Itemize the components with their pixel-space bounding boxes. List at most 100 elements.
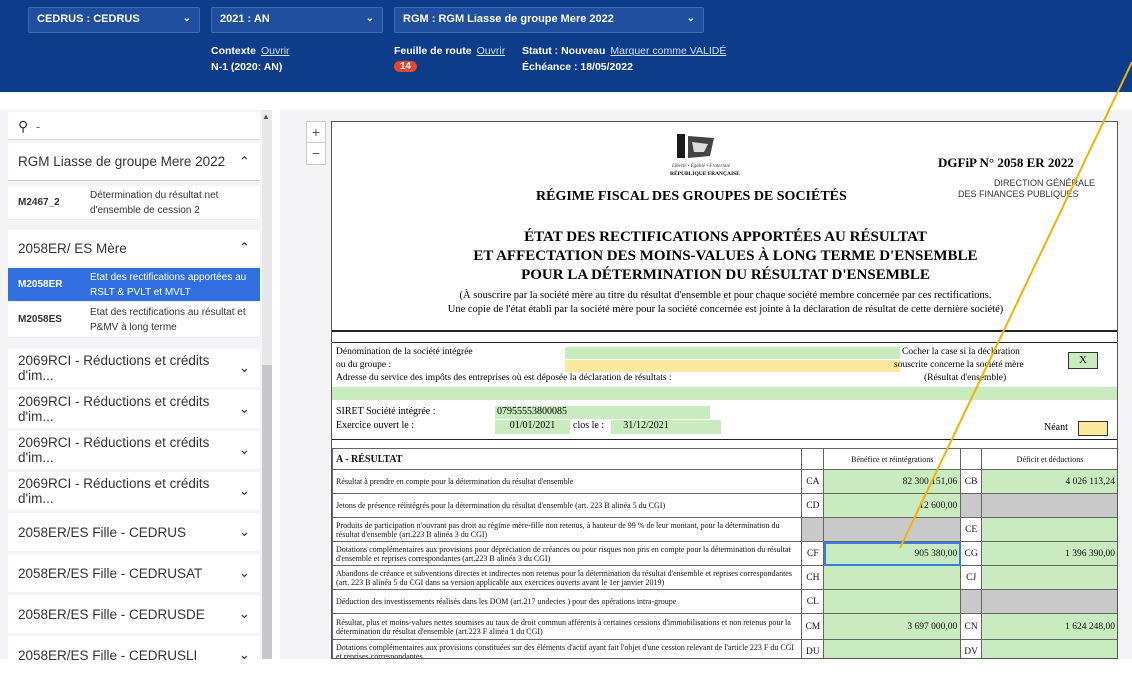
row-value-2[interactable] (981, 639, 1117, 658)
cocher-label-3: (Résultat d'ensemble) (924, 373, 1007, 383)
row-value-1[interactable]: 3 697 000,00 (823, 613, 962, 640)
company-select[interactable]: CEDRUS : CEDRUS ⌄ (28, 7, 200, 33)
dgfip-number: DGFiP N° 2058 ER 2022 (938, 155, 1074, 170)
exercice-start-field[interactable]: 01/01/2021 (495, 420, 570, 434)
siret-field[interactable]: 07955553800085 (495, 406, 710, 419)
form-title-line1: ÉTAT DES RECTIFICATIONS APPORTÉES AU RÉS… (524, 229, 927, 245)
marianne-logo (674, 132, 720, 162)
row-value-1[interactable]: 82 300 151,06 (823, 469, 962, 494)
chevron-down-icon: ⌄ (238, 360, 250, 375)
feuille-count-badge[interactable]: 14 (394, 61, 418, 72)
result-table: A - RÉSULTAT Bénéfice et réintégrations … (332, 448, 1117, 658)
liasse-select[interactable]: RGM : RGM Liasse de groupe Mere 2022 ⌄ (394, 7, 704, 33)
year-select[interactable]: 2021 : AN ⌄ (211, 7, 383, 33)
row-value-1[interactable] (823, 639, 962, 658)
header-deficit: Déficit et déductions (981, 448, 1117, 470)
liasse-select-value: RGM : RGM Liasse de groupe Mere 2022 (403, 13, 614, 25)
neant-label: Néant (1044, 422, 1068, 433)
exercice-extra-field[interactable] (681, 420, 721, 434)
zoom-in-button[interactable]: + (307, 122, 325, 143)
search-value: - (35, 119, 41, 134)
mark-validated-link[interactable]: Marquer comme VALIDÉ (610, 45, 726, 57)
group-label: 2058ER/ES Fille - CEDRUSLI (18, 647, 198, 663)
row-value-2[interactable] (981, 517, 1117, 542)
regime-title: RÉGIME FISCAL DES GROUPES DE SOCIÉTÉS (536, 189, 847, 204)
search-input[interactable]: ⚲ - (8, 112, 260, 140)
sidebar-item-m2467-2[interactable]: M2467_2 Détermination du résultat net d'… (8, 186, 260, 220)
row-label: Résultat à prendre en compte pour la dét… (332, 469, 803, 494)
chevron-up-icon: ⌃ (238, 240, 250, 255)
header-benefice: Bénéfice et réintégrations (823, 448, 962, 470)
exercice-end-field[interactable]: 31/12/2021 (611, 420, 681, 434)
sidebar-group-2058er-mere[interactable]: 2058ER/ ES Mère ⌃ (8, 230, 260, 266)
adresse-field[interactable] (332, 387, 1117, 400)
table-row: Produits de participation n'ouvrant pas … (332, 517, 1117, 542)
group-label: RGM Liasse de groupe Mere 2022 (18, 154, 226, 169)
sidebar-group-2069rci-2[interactable]: 2069RCI - Réductions et crédits d'im... ⌄ (8, 390, 260, 428)
row-value-2[interactable]: 1 624 248,00 (981, 613, 1117, 640)
form-header: Liberté • Égalité • Fraternité RÉPUBLIQU… (332, 122, 1117, 332)
item-label: Détermination du résultat net d'ensemble… (90, 189, 219, 216)
row-value-2[interactable] (981, 565, 1117, 590)
chevron-down-icon: ⌄ (238, 442, 250, 457)
group-label: 2069RCI - Réductions et crédits d'im... (18, 353, 210, 383)
mother-company-checkbox[interactable]: X (1068, 352, 1098, 369)
row-label: Dotations complémentaires aux provisions… (332, 541, 803, 566)
statut-block: Statut : Nouveau Marquer comme VALIDÉ (522, 45, 726, 57)
contexte-block: Contexte Ouvrir (211, 45, 290, 57)
sidebar-item-m2058es[interactable]: M2058ES Etat des rectifications au résul… (8, 302, 260, 338)
denomination-field-1[interactable] (565, 347, 900, 359)
sidebar-group-2069rci-3[interactable]: 2069RCI - Réductions et crédits d'im... ⌄ (8, 431, 260, 469)
row-label: Jetons de présence réintégrés pour la dé… (332, 493, 803, 518)
row-value-1[interactable]: 12 600,00 (823, 493, 962, 518)
zoom-out-button[interactable]: − (307, 143, 325, 164)
row-code-2: CE (960, 517, 982, 542)
row-code-1: DU (801, 639, 825, 658)
row-code-2: CJ (960, 565, 982, 590)
row-label: Produits de participation n'ouvrant pas … (332, 517, 803, 542)
item-code: M2058ER (18, 279, 63, 290)
sidebar-group-2069rci-4[interactable]: 2069RCI - Réductions et crédits d'im... ⌄ (8, 472, 260, 510)
row-label: Abandons de créance et subventions direc… (332, 565, 803, 590)
item-label: Etat des rectifications apportées au RSL… (90, 271, 247, 298)
sidebar-group-fille-cedrusli[interactable]: 2058ER/ES Fille - CEDRUSLI ⌄ (8, 636, 260, 674)
row-value-2[interactable]: 4 026 113,24 (981, 469, 1117, 494)
direction-generale: DIRECTION GÉNÉRALE (994, 178, 1096, 188)
neant-checkbox[interactable] (1078, 421, 1108, 436)
feuille-open-link[interactable]: Ouvrir (477, 45, 506, 57)
row-value-1[interactable] (823, 589, 962, 614)
row-value-1-focused[interactable]: 905 380,00 (823, 541, 962, 566)
cocher-label-1: Cocher la case si la déclaration (902, 347, 1020, 357)
search-icon: ⚲ (18, 118, 29, 134)
chevron-down-icon: ⌄ (238, 565, 250, 580)
row-value-2 (981, 493, 1117, 518)
group-label: 2058ER/ ES Mère (18, 240, 127, 256)
sidebar-group-2069rci-1[interactable]: 2069RCI - Réductions et crédits d'im... ⌄ (8, 349, 260, 387)
republique-label: RÉPUBLIQUE FRANÇAISE (670, 171, 740, 177)
header-code-cell (801, 448, 825, 470)
sidebar-group-rgm[interactable]: RGM Liasse de groupe Mere 2022 ⌃ (8, 143, 260, 181)
sidebar-scrollbar-thumb[interactable] (262, 365, 272, 659)
row-value-2[interactable]: 1 396 390,00 (981, 541, 1117, 566)
contexte-open-link[interactable]: Ouvrir (261, 45, 290, 57)
group-label: 2069RCI - Réductions et crédits d'im... (18, 435, 210, 465)
row-code-2: CN (960, 613, 982, 640)
finances-publiques: DES FINANCES PUBLIQUES (958, 189, 1079, 199)
cocher-label-2: souscrite concerne la société mère (894, 360, 1024, 370)
row-value-1 (823, 517, 962, 542)
denomination-field-2[interactable] (565, 360, 900, 372)
denomination-label-1: Dénomination de la société intégrée (336, 347, 473, 357)
feuille-label: Feuille de route (394, 45, 472, 57)
chevron-down-icon: ⌄ (238, 647, 250, 662)
table-row: Déduction des investissements réalisés d… (332, 589, 1117, 614)
scroll-up-arrow-icon[interactable]: ▲ (262, 112, 270, 121)
zoom-control: + − (306, 121, 326, 165)
row-value-1[interactable] (823, 565, 962, 590)
sidebar-group-fille-cedrusde[interactable]: 2058ER/ES Fille - CEDRUSDE ⌄ (8, 595, 260, 633)
identification-block: Dénomination de la société intégrée ou d… (332, 342, 1117, 440)
sidebar-item-m2058er[interactable]: M2058ER Etat des rectifications apportée… (8, 268, 260, 302)
sidebar-group-fille-cedrusat[interactable]: 2058ER/ES Fille - CEDRUSAT ⌄ (8, 554, 260, 592)
sidebar-group-fille-cedrus[interactable]: 2058ER/ES Fille - CEDRUS ⌄ (8, 513, 260, 551)
group-label: 2058ER/ES Fille - CEDRUSAT (18, 565, 203, 581)
row-code-1: CH (801, 565, 825, 590)
